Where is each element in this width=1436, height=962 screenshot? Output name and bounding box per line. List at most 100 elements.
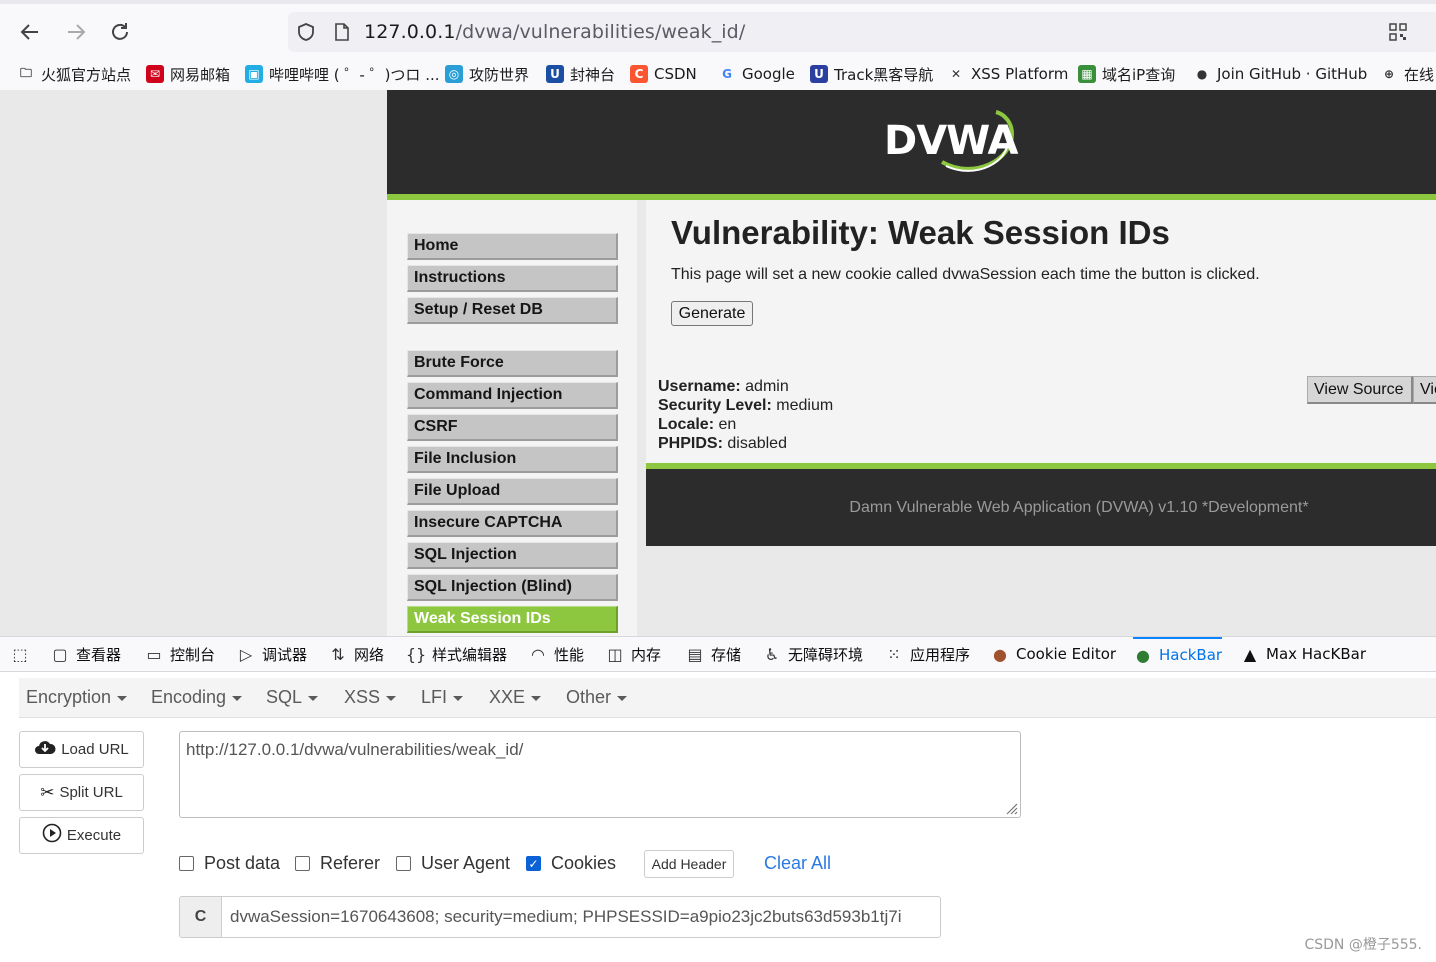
menu-item-csrf[interactable]: CSRF bbox=[407, 414, 618, 441]
page-title: Vulnerability: Weak Session IDs bbox=[671, 214, 1170, 251]
cookie-input[interactable]: dvwaSession=1670643608; security=medium;… bbox=[230, 907, 901, 927]
bookmark-label: 攻防世界 bbox=[469, 65, 530, 84]
devtools-tab-label: 性能 bbox=[554, 645, 585, 664]
bookmark-item[interactable]: ▦ 域名iP查询 bbox=[1078, 63, 1175, 85]
menu-item-weak-session-ids[interactable]: Weak Session IDs bbox=[407, 606, 618, 633]
url-text[interactable]: 127.0.0.1/dvwa/vulnerabilities/weak_id/ bbox=[364, 21, 745, 43]
bookmark-label: Google bbox=[742, 65, 795, 83]
devtools-tab-label: 无障碍环境 bbox=[788, 645, 864, 664]
folder-icon: 🗀 bbox=[19, 65, 32, 80]
bookmark-item[interactable]: ✉ 网易邮箱 bbox=[146, 63, 230, 85]
bookmark-item[interactable]: U 封神台 bbox=[546, 63, 615, 85]
option-cookies[interactable]: ✓ Cookies bbox=[526, 853, 616, 874]
reload-icon[interactable] bbox=[106, 18, 134, 46]
back-arrow-icon[interactable] bbox=[16, 18, 44, 46]
menu-item-instructions[interactable]: Instructions bbox=[407, 265, 618, 292]
menu-item-command-injection[interactable]: Command Injection bbox=[407, 382, 618, 409]
shield-icon[interactable] bbox=[296, 22, 316, 42]
hackbar-menu-label: Encryption bbox=[26, 687, 112, 707]
menu-item-setup-reset-db[interactable]: Setup / Reset DB bbox=[407, 297, 618, 324]
devtools-tab-hackbar[interactable]: ● HackBar bbox=[1133, 637, 1223, 671]
checkbox-label: Referer bbox=[320, 853, 381, 873]
devtools-tab-picker[interactable]: ⬚ bbox=[10, 637, 36, 671]
bookmark-item[interactable]: ◎ 攻防世界 bbox=[445, 63, 529, 85]
devtools-tab-console[interactable]: ▭ 控制台 bbox=[144, 637, 215, 671]
bookmark-item[interactable]: ● Join GitHub · GitHub bbox=[1193, 63, 1368, 85]
view-help-button[interactable]: View Help bbox=[1413, 376, 1436, 404]
menu-item-brute-force[interactable]: Brute Force bbox=[407, 350, 618, 377]
devtools-tab-max-hackbar[interactable]: ▲ Max HacKBar bbox=[1240, 637, 1366, 671]
menu-item-file-inclusion[interactable]: File Inclusion bbox=[407, 446, 618, 473]
checkbox[interactable] bbox=[295, 856, 310, 871]
checkbox[interactable] bbox=[396, 856, 411, 871]
devtools-tab-label: Cookie Editor bbox=[1016, 645, 1117, 663]
hackbar-menu-label: SQL bbox=[266, 687, 303, 707]
bookmark-item[interactable]: C CSDN bbox=[630, 63, 697, 85]
menu-item-file-upload[interactable]: File Upload bbox=[407, 478, 618, 505]
memory-icon: ◫ bbox=[607, 644, 623, 664]
console-icon: ▭ bbox=[146, 644, 162, 664]
execute-button[interactable]: Execute bbox=[19, 817, 144, 854]
hackbar-menu-encryption[interactable]: Encryption bbox=[26, 687, 128, 708]
menu-item-sql-injection[interactable]: SQL Injection bbox=[407, 542, 618, 569]
clear-all-link[interactable]: Clear All bbox=[764, 853, 831, 874]
devtools-tab-performance[interactable]: ◠ 性能 bbox=[528, 637, 584, 671]
bookmark-item[interactable]: ✕ XSS Platform bbox=[947, 63, 1068, 85]
web-page: DVWA Home Instructions Setup / Reset DB Bru… bbox=[0, 90, 1436, 636]
resize-handle-icon[interactable] bbox=[1004, 801, 1018, 815]
menu-item-insecure-captcha[interactable]: Insecure CAPTCHA bbox=[407, 510, 618, 537]
bookmark-item[interactable]: U Track黑客导航 bbox=[810, 63, 933, 85]
devtools-tab-memory[interactable]: ◫ 内存 bbox=[605, 637, 661, 671]
devtools-tab-accessibility[interactable]: ♿ 无障碍环境 bbox=[762, 637, 863, 671]
generate-button[interactable]: Generate bbox=[671, 301, 753, 326]
devtools-tab-application[interactable]: ⁙ 应用程序 bbox=[884, 637, 970, 671]
bookmark-label: XSS Platform bbox=[971, 65, 1069, 83]
xss-icon: ✕ bbox=[950, 67, 962, 81]
option-user-agent[interactable]: User Agent bbox=[396, 853, 510, 874]
bookmark-item[interactable]: G Google bbox=[718, 63, 795, 85]
split-url-button[interactable]: ✂ Split URL bbox=[19, 774, 144, 811]
devtools-tab-style-editor[interactable]: {} 样式编辑器 bbox=[406, 637, 507, 671]
bookmark-item[interactable]: ⊕ 在线 bbox=[1380, 63, 1434, 85]
session-info: Username: admin Security Level: medium L… bbox=[658, 378, 834, 452]
devtools-tab-debugger[interactable]: ▷ 调试器 bbox=[236, 637, 307, 671]
devtools-tab-network[interactable]: ⇅ 网络 bbox=[328, 637, 384, 671]
devtools-tab-cookie[interactable]: ● Cookie Editor bbox=[990, 637, 1116, 671]
devtools-tab-label: 网络 bbox=[354, 645, 385, 664]
fengshentai-icon: U bbox=[546, 65, 564, 83]
load-url-button[interactable]: Load URL bbox=[19, 731, 144, 768]
accessibility-icon: ♿ bbox=[764, 644, 780, 664]
devtools-tab-storage[interactable]: ▤ 存储 bbox=[685, 637, 741, 671]
play-circle-icon bbox=[42, 823, 62, 848]
checkbox[interactable] bbox=[179, 856, 194, 871]
option-referer[interactable]: Referer bbox=[295, 853, 380, 874]
menu-item-sql-injection-blind[interactable]: SQL Injection (Blind) bbox=[407, 574, 618, 601]
address-bar[interactable]: 127.0.0.1/dvwa/vulnerabilities/weak_id/ bbox=[288, 12, 1436, 52]
scissors-icon: ✂ bbox=[40, 782, 55, 803]
menu-item-home[interactable]: Home bbox=[407, 233, 618, 260]
qr-code-icon[interactable] bbox=[1388, 22, 1408, 42]
cloud-download-icon bbox=[34, 738, 56, 761]
option-post-data[interactable]: Post data bbox=[179, 853, 280, 874]
view-source-button[interactable]: View Source bbox=[1307, 376, 1413, 404]
bookmark-label: 在线 bbox=[1404, 65, 1435, 84]
application-icon: ⁙ bbox=[887, 644, 901, 664]
domain-query-icon: ▦ bbox=[1078, 65, 1096, 83]
bookmark-label: Join GitHub · GitHub bbox=[1217, 65, 1368, 83]
hackbar-menu-lfi[interactable]: LFI bbox=[421, 687, 464, 708]
cookie-field[interactable]: C dvwaSession=1670643608; security=mediu… bbox=[179, 896, 941, 938]
forward-arrow-icon[interactable] bbox=[62, 18, 90, 46]
browser-window: { "browser": { "url_host": "127.0.0.1", … bbox=[0, 0, 1436, 962]
devtools-tab-inspector[interactable]: ▢ 查看器 bbox=[50, 637, 121, 671]
hackbar-menu-sql[interactable]: SQL bbox=[266, 687, 319, 708]
checkbox[interactable]: ✓ bbox=[526, 856, 541, 871]
bookmark-item[interactable]: 🗀 火狐官方站点 bbox=[17, 63, 131, 85]
hackbar-menu-encoding[interactable]: Encoding bbox=[151, 687, 243, 708]
hackbar-menu-xxe[interactable]: XXE bbox=[489, 687, 542, 708]
hackbar-menu-xss[interactable]: XSS bbox=[344, 687, 397, 708]
main-content: Vulnerability: Weak Session IDs This pag… bbox=[646, 200, 1436, 463]
bookmark-item[interactable]: ▣ 哔哩哔哩 ( ゜- ゜)つロ ... bbox=[245, 63, 440, 85]
add-header-button[interactable]: Add Header bbox=[644, 850, 734, 878]
url-textarea[interactable]: http://127.0.0.1/dvwa/vulnerabilities/we… bbox=[179, 731, 1021, 818]
hackbar-menu-other[interactable]: Other bbox=[566, 687, 628, 708]
